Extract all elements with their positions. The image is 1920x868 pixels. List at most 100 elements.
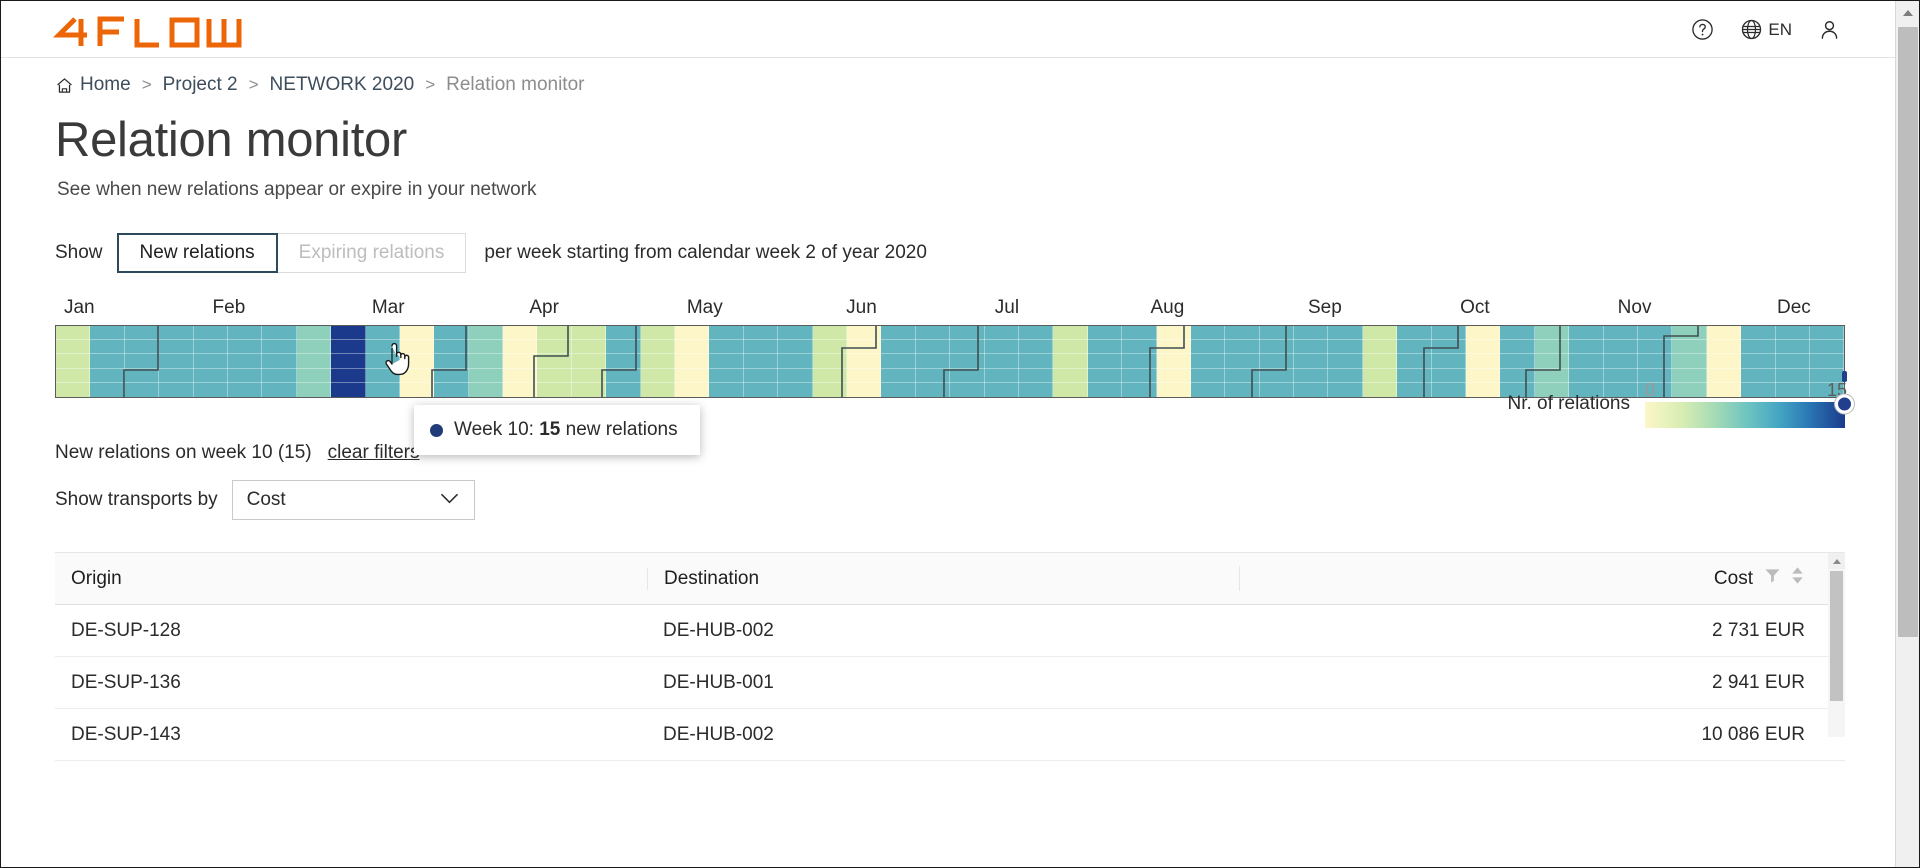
heatmap-week-35[interactable] (1191, 326, 1225, 397)
breadcrumb-item-current: Relation monitor (446, 74, 584, 96)
heatmap-week-19[interactable] (641, 326, 675, 397)
page-scrollbar[interactable] (1895, 1, 1919, 867)
heatmap-week-39[interactable] (1328, 326, 1362, 397)
legend-scale[interactable]: 0 15 (1645, 380, 1845, 428)
heatmap-week-42[interactable] (1432, 326, 1466, 397)
heatmap-week-13[interactable] (434, 326, 468, 397)
heatmap-week-26[interactable] (881, 326, 915, 397)
heatmap-week-7[interactable] (228, 326, 262, 397)
heatmap-cell (434, 354, 468, 368)
heatmap-week-2[interactable] (56, 326, 90, 397)
heatmap-cell (606, 326, 640, 340)
heatmap-week-6[interactable] (194, 326, 228, 397)
heatmap-cell (1122, 369, 1156, 383)
heatmap-cell (1157, 383, 1191, 397)
heatmap-week-20[interactable] (675, 326, 709, 397)
breadcrumb-item-home[interactable]: Home (55, 74, 131, 96)
heatmap-week-31[interactable] (1053, 326, 1087, 397)
transport-label: Show transports by (55, 489, 218, 511)
language-selector[interactable]: EN (1740, 18, 1792, 41)
heatmap-week-27[interactable] (916, 326, 950, 397)
heatmap-week-8[interactable] (262, 326, 296, 397)
heatmap-week-43[interactable] (1466, 326, 1500, 397)
heatmap-cell (881, 369, 915, 383)
heatmap-cell (1432, 383, 1466, 397)
transport-selected-value: Cost (247, 489, 286, 511)
table-scrollbar[interactable] (1828, 553, 1845, 737)
heatmap-week-18[interactable] (606, 326, 640, 397)
breadcrumb-separator: > (142, 75, 152, 95)
heatmap-cell (1397, 354, 1431, 368)
table-scroll-up-button[interactable] (1828, 553, 1845, 569)
legend-slider-handle[interactable] (1835, 395, 1854, 414)
month-label-may: May (687, 297, 723, 319)
column-header-destination[interactable]: Destination (647, 568, 1239, 590)
toggle-new-relations[interactable]: New relations (117, 233, 278, 273)
heatmap-cell (950, 340, 984, 354)
heatmap-week-10[interactable] (331, 326, 365, 397)
column-header-cost-icons (1764, 566, 1805, 591)
heatmap-cell (641, 340, 675, 354)
heatmap-week-36[interactable] (1225, 326, 1259, 397)
heatmap-week-40[interactable] (1363, 326, 1397, 397)
heatmap-week-24[interactable] (813, 326, 847, 397)
heatmap-week-11[interactable] (366, 326, 400, 397)
heatmap-week-3[interactable] (90, 326, 124, 397)
heatmap-week-28[interactable] (950, 326, 984, 397)
heatmap-week-16[interactable] (537, 326, 571, 397)
sort-arrows-icon[interactable] (1790, 566, 1805, 591)
heatmap-cell (1191, 369, 1225, 383)
heatmap-cell (1363, 326, 1397, 340)
breadcrumb-item-network[interactable]: NETWORK 2020 (270, 74, 415, 96)
heatmap-week-21[interactable] (709, 326, 743, 397)
heatmap-week-15[interactable] (503, 326, 537, 397)
heatmap-cell (262, 340, 296, 354)
heatmap-week-5[interactable] (159, 326, 193, 397)
heatmap-cell (503, 369, 537, 383)
breadcrumb-item-project[interactable]: Project 2 (163, 74, 238, 96)
breadcrumb-separator: > (249, 75, 259, 95)
tooltip-prefix: Week 10: (454, 419, 539, 440)
user-account-button[interactable] (1818, 18, 1841, 41)
heatmap-week-22[interactable] (744, 326, 778, 397)
table-scrollbar-thumb[interactable] (1830, 571, 1843, 701)
heatmap-week-12[interactable] (400, 326, 434, 397)
heatmap-week-29[interactable] (985, 326, 1019, 397)
funnel-filter-icon[interactable] (1764, 567, 1781, 590)
heatmap-week-9[interactable] (297, 326, 331, 397)
heatmap-cell (125, 340, 159, 354)
heatmap-week-32[interactable] (1088, 326, 1122, 397)
heatmap-week-17[interactable] (572, 326, 606, 397)
page-scroll-up-button[interactable] (1896, 1, 1920, 25)
table-row[interactable]: DE-SUP-136DE-HUB-0012 941 EUR (55, 657, 1845, 709)
clear-filters-link[interactable]: clear filters (328, 442, 420, 464)
toggle-expiring-relations[interactable]: Expiring relations (278, 233, 467, 273)
heatmap-week-37[interactable] (1260, 326, 1294, 397)
heatmap-week-34[interactable] (1157, 326, 1191, 397)
page-scrollbar-thumb[interactable] (1898, 27, 1918, 637)
table-row[interactable]: DE-SUP-128DE-HUB-0022 731 EUR (55, 605, 1845, 657)
heatmap-cell (1053, 326, 1087, 340)
heatmap-week-33[interactable] (1122, 326, 1156, 397)
heatmap-week-41[interactable] (1397, 326, 1431, 397)
heatmap-cell (125, 354, 159, 368)
heatmap-week-14[interactable] (469, 326, 503, 397)
table-row[interactable]: DE-SUP-143DE-HUB-00210 086 EUR (55, 709, 1845, 761)
heatmap-cell (881, 383, 915, 397)
help-button[interactable] (1691, 18, 1714, 41)
column-header-cost[interactable]: Cost (1239, 566, 1845, 591)
heatmap-week-38[interactable] (1294, 326, 1328, 397)
legend-gradient-bar[interactable] (1645, 402, 1845, 428)
heatmap-cell (537, 383, 571, 397)
column-header-origin[interactable]: Origin (55, 568, 647, 590)
heatmap-cell (572, 340, 606, 354)
heatmap-cell (675, 383, 709, 397)
breadcrumb: Home > Project 2 > NETWORK 2020 > Relati… (1, 58, 1896, 96)
brand-logo[interactable] (51, 16, 243, 48)
heatmap-week-4[interactable] (125, 326, 159, 397)
heatmap-week-30[interactable] (1019, 326, 1053, 397)
triangle-up-icon (1833, 559, 1841, 564)
transport-metric-select[interactable]: Cost (232, 480, 475, 520)
heatmap-week-25[interactable] (847, 326, 881, 397)
heatmap-week-23[interactable] (778, 326, 812, 397)
